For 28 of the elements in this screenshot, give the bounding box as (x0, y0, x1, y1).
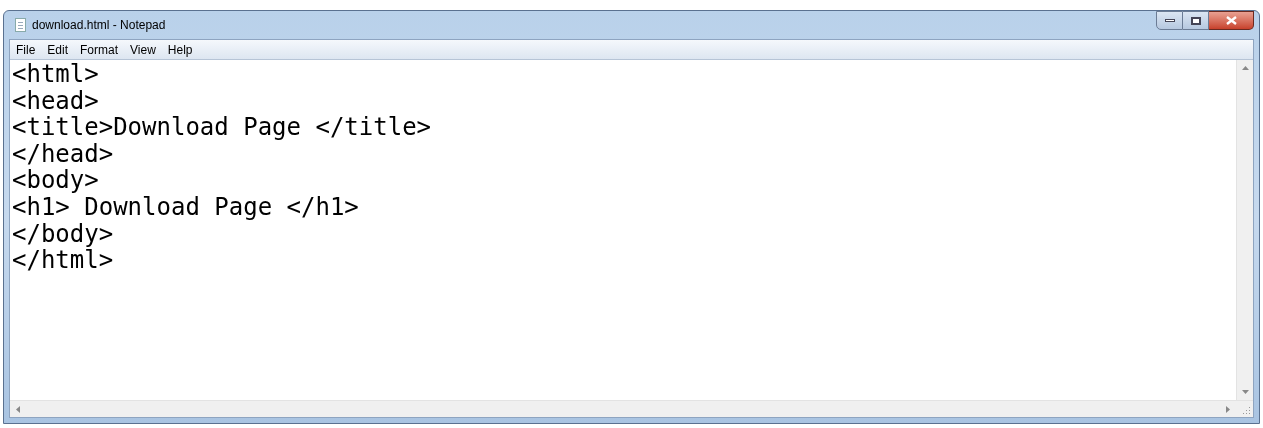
notepad-file-icon (15, 18, 26, 32)
scroll-up-arrow-icon[interactable] (1241, 66, 1249, 70)
code-line: <html> (12, 61, 99, 88)
code-line: <body> (12, 167, 99, 194)
vertical-scrollbar[interactable] (1236, 60, 1253, 400)
code-line: <title>Download Page </title> (12, 114, 432, 141)
scroll-right-arrow-icon[interactable] (1226, 405, 1230, 413)
menu-item[interactable]: View (125, 40, 161, 59)
code-line: </body> (12, 220, 114, 248)
scroll-left-arrow-icon[interactable] (16, 405, 20, 413)
horizontal-scrollbar[interactable] (10, 400, 1236, 417)
text-editor[interactable]: <html> <head> <title>Download Page </title> </head> <body> <h1> Download Page </h1> </body> </html> (10, 60, 1236, 400)
menu-item[interactable]: Format (75, 40, 124, 59)
menu-item[interactable]: Edit (42, 40, 74, 59)
maximize-button[interactable] (1183, 11, 1209, 30)
close-button[interactable] (1209, 11, 1254, 30)
code-line: <h1> Download Page </h1> (12, 193, 359, 221)
code-line: <head> (12, 87, 99, 115)
scroll-down-arrow-icon[interactable] (1241, 390, 1249, 394)
code-line: </head> (12, 140, 114, 168)
code-line: </html> (12, 247, 114, 274)
menu-item[interactable]: File (11, 40, 41, 59)
size-grip[interactable] (1236, 400, 1253, 417)
grip-icon (1242, 406, 1251, 415)
menu-item[interactable]: Help (162, 40, 198, 59)
close-icon (1225, 16, 1237, 25)
minimize-button[interactable] (1156, 11, 1183, 30)
window-title: download.html - Notepad (32, 17, 166, 34)
